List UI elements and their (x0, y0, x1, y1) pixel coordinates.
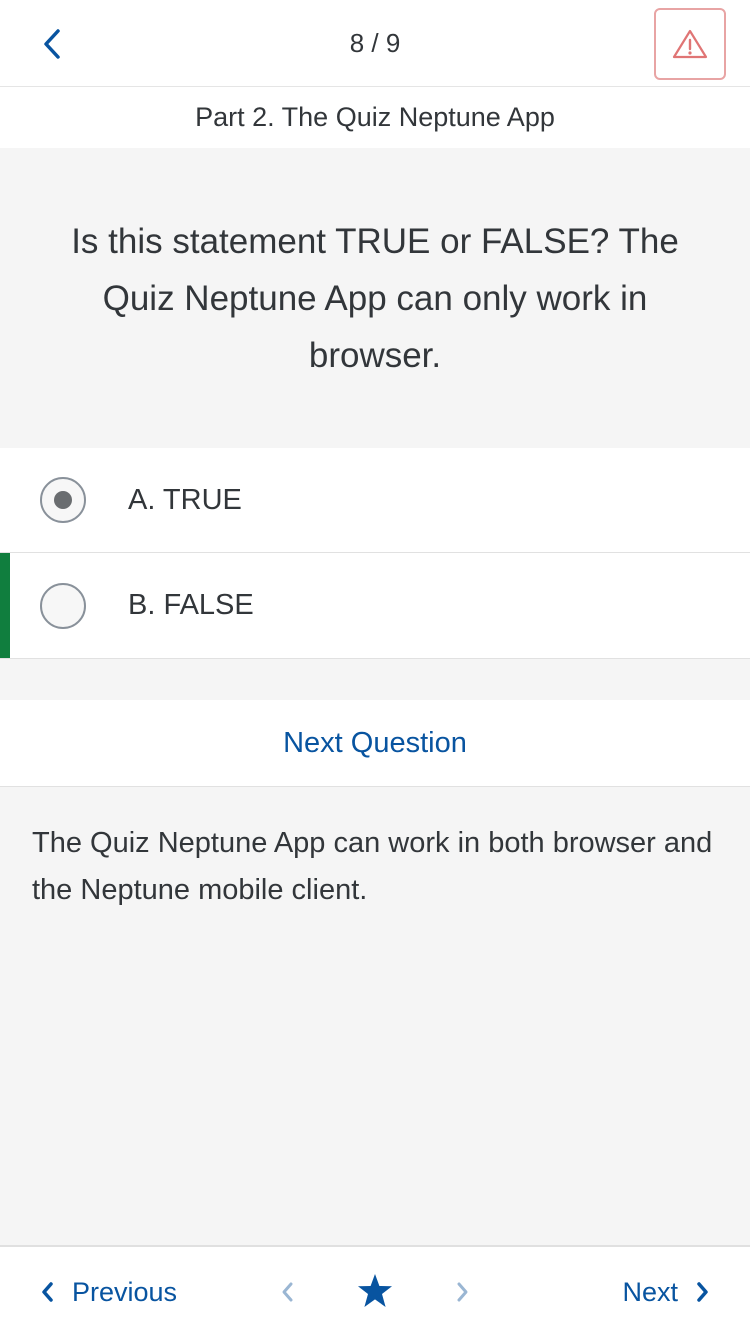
radio-button[interactable] (40, 583, 86, 629)
report-button[interactable] (654, 8, 726, 80)
quiz-part-title: Part 2. The Quiz Neptune App (0, 87, 750, 148)
next-question-button[interactable]: Next Question (0, 700, 750, 787)
radio-selected-dot (54, 491, 72, 509)
chevron-left-icon (282, 1282, 293, 1302)
previous-label: Previous (72, 1276, 178, 1307)
next-question-label: Next Question (283, 726, 467, 759)
next-button[interactable]: Next (622, 1267, 710, 1317)
warning-triangle-icon (672, 29, 708, 59)
question-text: Is this statement TRUE or FALSE? The Qui… (71, 221, 679, 375)
bottom-navigation: Previous Next (0, 1245, 750, 1334)
chevron-right-icon (457, 1282, 468, 1302)
answer-option-label: A. TRUE (128, 483, 242, 516)
radio-button-selected[interactable] (40, 477, 86, 523)
previous-button[interactable]: Previous (40, 1267, 177, 1317)
chevron-left-icon (42, 1282, 53, 1302)
chevron-left-icon (44, 29, 60, 59)
next-label: Next (622, 1276, 678, 1307)
previous-arrow-button[interactable] (272, 1272, 302, 1312)
correct-answer-indicator (0, 553, 10, 658)
star-icon (358, 1274, 392, 1307)
chevron-right-icon (697, 1282, 708, 1302)
answer-option-label: B. FALSE (128, 589, 254, 621)
bookmark-star-button[interactable] (355, 1271, 395, 1311)
back-button[interactable] (28, 20, 76, 68)
top-bar: 8 / 9 (0, 0, 750, 87)
answer-option-b[interactable]: B. FALSE (0, 553, 750, 659)
next-arrow-button[interactable] (448, 1272, 478, 1312)
question-counter: 8 / 9 (349, 28, 401, 58)
answer-explanation: The Quiz Neptune App can work in both br… (32, 827, 713, 906)
answer-option-a[interactable]: A. TRUE (0, 448, 750, 553)
